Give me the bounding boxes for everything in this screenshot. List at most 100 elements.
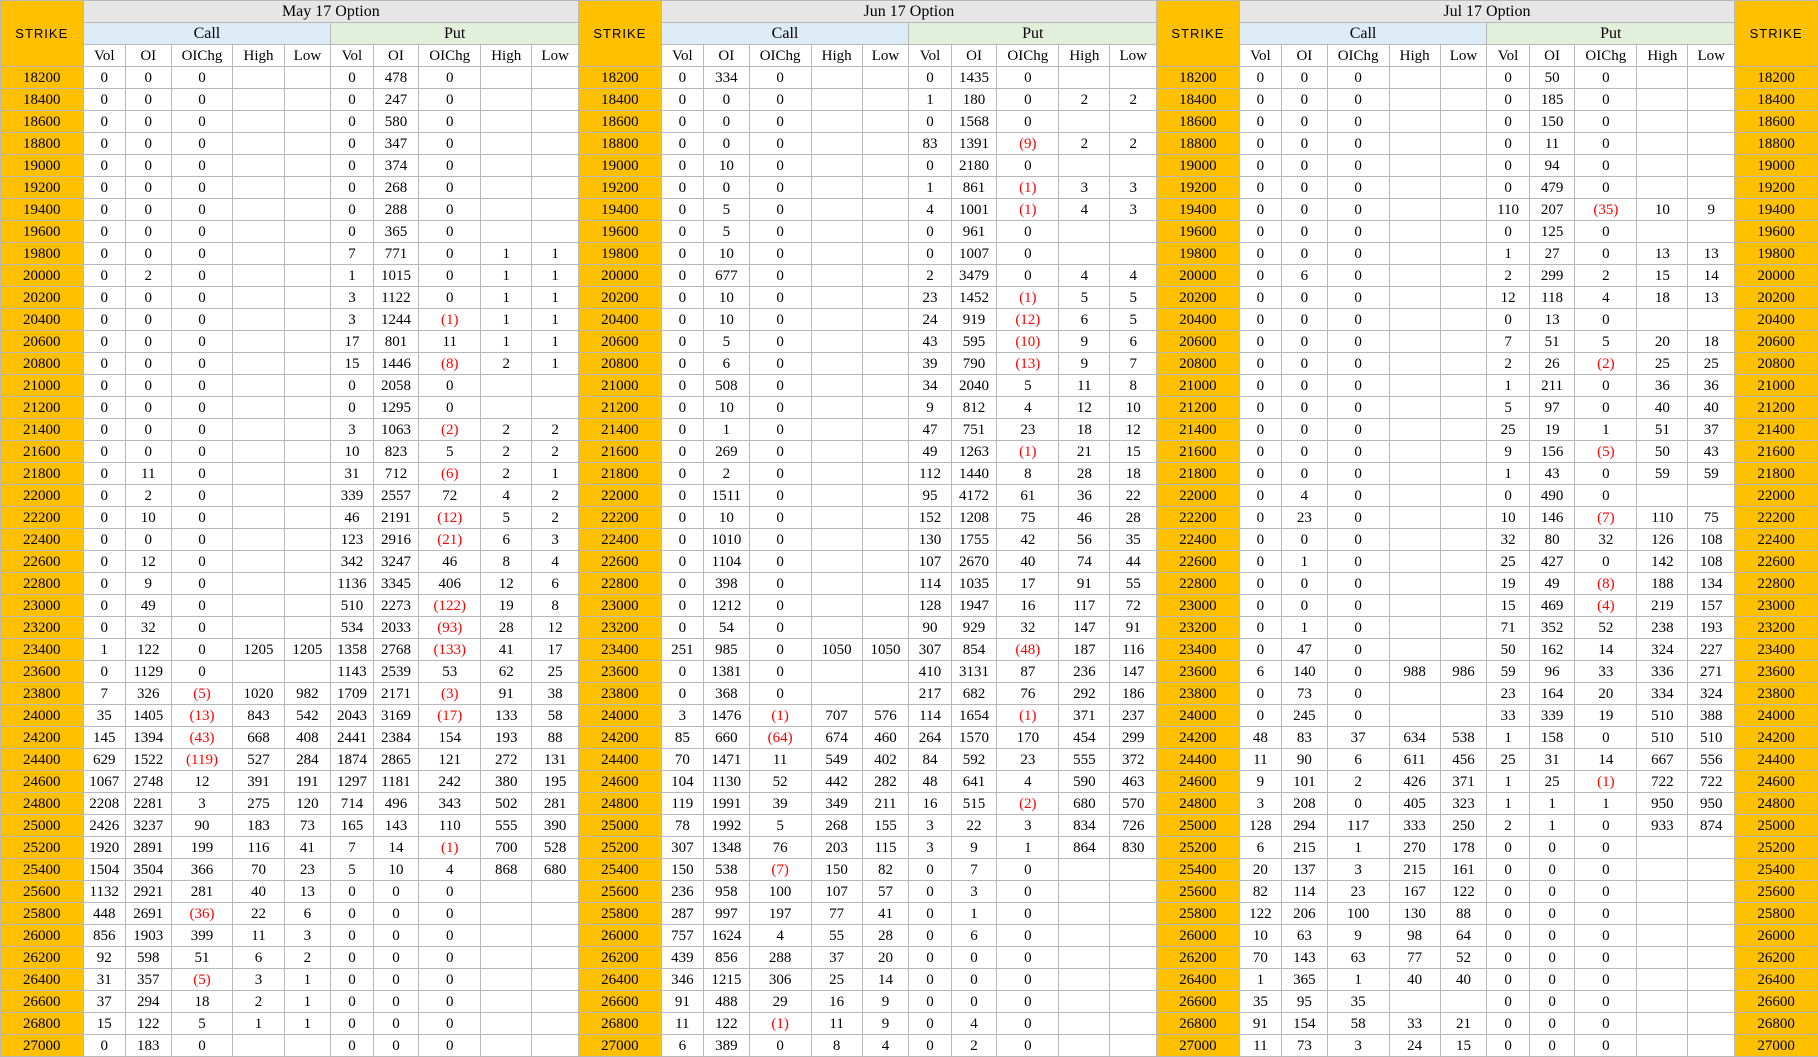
put-low-cell: 116 (1109, 638, 1158, 661)
call-oi-cell: 0 (124, 440, 172, 463)
call-vol-cell: 6 (1238, 660, 1283, 683)
call-high-cell: 107 (810, 880, 863, 903)
strike-cell: 18400 (578, 88, 662, 111)
call-high-cell: 40 (1388, 968, 1441, 991)
table-row: 22200 0 10 0 46 2191 (12) 5 2 22200 0 10 0 152 1208 75 4… (0, 506, 1818, 529)
strike-cell: 19000 (578, 154, 662, 177)
put-low-cell: 388 (1687, 704, 1736, 727)
call-oi-cell: 0 (1281, 528, 1328, 551)
table-row: 24200 145 1394 (43) 668 408 2441 2384 154 193 88 24… (0, 726, 1818, 749)
put-oi-cell: 801 (372, 330, 420, 353)
call-high-cell (232, 418, 285, 441)
call-oi-cell: 32 (124, 616, 172, 639)
put-oi-cell: 49 (1528, 572, 1576, 595)
put-high-cell: 74 (1058, 550, 1111, 573)
call-oichg-cell: 0 (1326, 88, 1390, 111)
call-oichg-cell: 0 (1326, 440, 1390, 463)
put-oichg-cell: 0 (418, 924, 482, 947)
call-high-cell: 426 (1388, 770, 1441, 793)
put-high-cell: 56 (1058, 528, 1111, 551)
call-oichg-cell: 0 (170, 352, 234, 375)
put-vol-cell: 714 (330, 792, 374, 815)
put-oi-cell: 299 (1528, 264, 1576, 287)
put-oi-cell: 1654 (950, 704, 998, 727)
put-vol-cell: 17 (330, 330, 374, 353)
strike-cell: 26800 (1156, 1012, 1240, 1035)
call-low-cell: 120 (283, 792, 332, 815)
call-high-cell: 130 (1388, 902, 1441, 925)
put-vol-cell: 0 (330, 66, 374, 89)
put-high-cell: 13 (1636, 242, 1689, 265)
put-vol-cell: 1 (1486, 242, 1530, 265)
put-low-cell: 10 (1109, 396, 1158, 419)
call-vol-cell: 0 (82, 506, 126, 529)
call-high-cell: 668 (232, 726, 285, 749)
strike-cell: 22000 (0, 484, 84, 507)
call-high-cell (810, 308, 863, 331)
call-vol-cell: 0 (1238, 264, 1283, 287)
put-oi-cell: 2557 (372, 484, 420, 507)
put-low-cell (531, 220, 580, 243)
call-vol-cell: 307 (660, 836, 705, 859)
put-oichg-cell: 87 (996, 660, 1060, 683)
call-low-cell: 576 (861, 704, 910, 727)
call-oi-cell: 508 (703, 374, 750, 397)
call-oi-cell: 0 (1281, 132, 1328, 155)
put-low-cell (1109, 1012, 1158, 1035)
call-oi-cell: 1522 (124, 748, 172, 771)
put-vol-cell: 0 (1486, 1012, 1530, 1035)
call-oichg-cell: 306 (748, 968, 812, 991)
put-oi-cell: 1122 (372, 286, 420, 309)
column-header-low: Low (1109, 44, 1158, 67)
put-high-cell: 219 (1636, 594, 1689, 617)
call-oi-cell: 10 (703, 242, 750, 265)
put-oichg-cell: 19 (1574, 704, 1638, 727)
put-high-cell: 36 (1058, 484, 1111, 507)
put-oi-cell: 1295 (372, 396, 420, 419)
put-oichg-cell: 1 (1574, 418, 1638, 441)
put-high-cell: 5 (1058, 286, 1111, 309)
call-high-cell: 98 (1388, 924, 1441, 947)
table-row: 23400 1 122 0 1205 1205 1358 2768 (133) 41 17 23400… (0, 638, 1818, 661)
column-header-vol: Vol (908, 44, 952, 67)
table-row: 26600 37 294 18 2 1 0 0 0 26600 91 488 29 16 9 0 0 0 26600… (0, 990, 1818, 1013)
call-high-cell (810, 440, 863, 463)
put-oichg-cell: 0 (418, 220, 482, 243)
put-low-cell: 18 (1109, 462, 1158, 485)
call-oichg-cell: 0 (170, 220, 234, 243)
call-oichg-cell: 11 (748, 748, 812, 771)
put-low-cell (1109, 220, 1158, 243)
call-oi-cell: 357 (124, 968, 172, 991)
put-oichg-cell: 0 (1574, 462, 1638, 485)
column-header-oichg: OIChg (418, 44, 482, 67)
call-low-cell (861, 198, 910, 221)
strike-cell: 26800 (1734, 1012, 1818, 1035)
put-low-cell: 324 (1687, 682, 1736, 705)
call-low-cell (283, 484, 332, 507)
call-oi-cell: 0 (1281, 440, 1328, 463)
put-high-cell (1636, 968, 1689, 991)
put-vol-cell: 2 (908, 264, 952, 287)
call-oichg-cell: 0 (1326, 352, 1390, 375)
put-oichg-cell: 0 (1574, 968, 1638, 991)
put-vol-cell: 0 (1486, 880, 1530, 903)
call-vol-cell: 3 (660, 704, 705, 727)
column-header-high: High (232, 44, 285, 67)
call-oichg-cell: 0 (748, 66, 812, 89)
put-low-cell: 25 (531, 660, 580, 683)
call-oi-cell: 0 (1281, 462, 1328, 485)
put-low-cell: 510 (1687, 726, 1736, 749)
put-high-cell (480, 374, 533, 397)
strike-cell: 27000 (578, 1034, 662, 1057)
call-high-cell (1388, 176, 1441, 199)
call-vol-cell: 0 (660, 528, 705, 551)
put-high-cell (1636, 1034, 1689, 1057)
call-vol-cell: 0 (660, 308, 705, 331)
put-vol-cell: 1 (908, 176, 952, 199)
put-high-cell: 1 (480, 264, 533, 287)
put-oi-cell: 347 (372, 132, 420, 155)
call-oichg-cell: 399 (170, 924, 234, 947)
strike-cell: 25800 (578, 902, 662, 925)
call-vol-cell: 78 (660, 814, 705, 837)
call-low-cell (283, 198, 332, 221)
